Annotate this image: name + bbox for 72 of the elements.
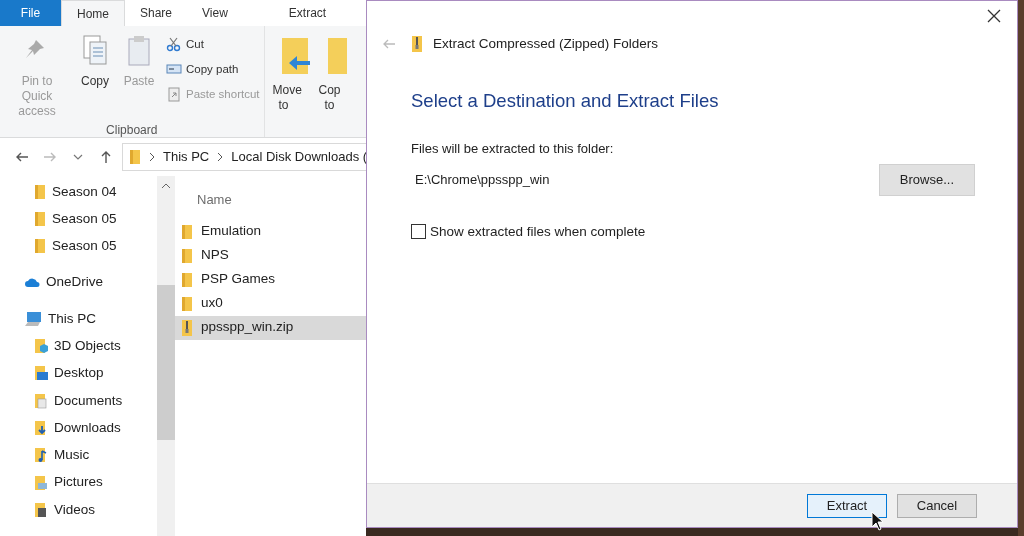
folder-icon bbox=[34, 238, 46, 255]
nav-item[interactable]: Season 05 bbox=[0, 232, 157, 260]
zip-folder-icon bbox=[411, 35, 423, 53]
scrollbar[interactable] bbox=[157, 176, 175, 536]
close-icon bbox=[987, 9, 1001, 23]
scrollbar-thumb[interactable] bbox=[157, 285, 175, 440]
folder-icon bbox=[129, 149, 141, 165]
dialog-title: Extract Compressed (Zipped) Folders bbox=[433, 34, 659, 53]
nav-item[interactable]: Season 04 bbox=[0, 178, 157, 206]
folder-icon bbox=[34, 210, 46, 227]
nav-item[interactable]: OneDrive bbox=[0, 268, 157, 297]
ribbon-button[interactable]: Cop to bbox=[314, 35, 351, 137]
file-item[interactable]: NPS bbox=[175, 243, 366, 268]
path-icon bbox=[166, 62, 182, 77]
ribbon-button[interactable]: Cut bbox=[164, 32, 262, 57]
back-arrow-icon bbox=[15, 150, 29, 164]
chevron-right-icon bbox=[217, 152, 224, 162]
computer-icon bbox=[24, 310, 42, 327]
nav-item[interactable]: Downloads bbox=[0, 414, 157, 442]
ribbon-button[interactable]: Move to bbox=[268, 35, 315, 137]
nav-item[interactable]: 3D Objects bbox=[0, 332, 157, 360]
cloud-icon bbox=[24, 277, 40, 289]
document-folder-icon bbox=[34, 392, 48, 409]
back-arrow-icon bbox=[382, 38, 396, 50]
ribbon-tab[interactable]: View bbox=[187, 0, 243, 26]
file-item[interactable]: ux0 bbox=[175, 291, 366, 316]
nav-item[interactable]: Music bbox=[0, 441, 157, 469]
desktop-folder-icon bbox=[34, 365, 48, 382]
nav-item[interactable]: Desktop bbox=[0, 359, 157, 388]
chevron-right-icon bbox=[149, 152, 155, 162]
zip-folder-icon bbox=[181, 318, 193, 337]
file-item[interactable]: ppsspp_win.zip bbox=[175, 315, 366, 340]
checkbox[interactable] bbox=[411, 224, 426, 240]
music-folder-icon bbox=[34, 447, 48, 464]
picture-folder-icon bbox=[34, 474, 48, 491]
ribbon-tab[interactable]: Share bbox=[125, 0, 188, 26]
group-label: Clipboard bbox=[105, 122, 159, 139]
ribbon-tab[interactable]: File bbox=[0, 0, 61, 26]
nav-item[interactable]: Documents bbox=[0, 387, 157, 415]
ribbon-button[interactable]: Copy bbox=[74, 32, 116, 121]
nav-item[interactable]: Videos bbox=[0, 496, 157, 524]
folder-icon bbox=[34, 183, 46, 200]
copy-icon bbox=[80, 34, 110, 66]
checkbox-label: Show extracted files when complete bbox=[430, 222, 646, 241]
column-header[interactable]: Name bbox=[175, 184, 366, 220]
forward-arrow-icon bbox=[43, 150, 57, 164]
dialog-button[interactable]: Extract bbox=[807, 493, 887, 518]
download-folder-icon bbox=[34, 420, 48, 436]
scroll-up-icon bbox=[161, 182, 171, 190]
destination-path: E:\Chrome\ppsspp_win bbox=[414, 171, 550, 190]
browse-button[interactable]: Browse... bbox=[878, 164, 975, 196]
cube-icon bbox=[34, 338, 48, 355]
file-item[interactable]: PSP Games bbox=[175, 267, 366, 292]
folder-icon bbox=[181, 295, 193, 312]
folder-icon bbox=[181, 223, 193, 240]
shortcut-icon bbox=[166, 87, 182, 102]
up-arrow-icon bbox=[99, 150, 113, 164]
dialog-heading: Select a Destination and Extract Files bbox=[411, 89, 720, 113]
file-item[interactable]: Emulation bbox=[175, 219, 366, 244]
nav-item[interactable]: Pictures bbox=[0, 468, 157, 497]
nav-item[interactable]: Season 05 bbox=[0, 205, 157, 233]
ribbon-tab[interactable]: Home bbox=[61, 0, 125, 26]
folder-icon bbox=[181, 247, 193, 264]
folder-icon bbox=[181, 271, 193, 288]
video-folder-icon bbox=[34, 501, 48, 518]
dialog-button[interactable]: Cancel bbox=[897, 493, 977, 518]
scissors-icon bbox=[166, 37, 182, 52]
ribbon-tab[interactable]: Extract bbox=[274, 0, 341, 26]
ribbon-button[interactable]: Copy path bbox=[164, 57, 262, 82]
breadcrumb[interactable]: This PC bbox=[163, 147, 210, 167]
nav-item[interactable]: This PC bbox=[0, 305, 157, 333]
path-label: Files will be extracted to this folder: bbox=[411, 139, 615, 158]
